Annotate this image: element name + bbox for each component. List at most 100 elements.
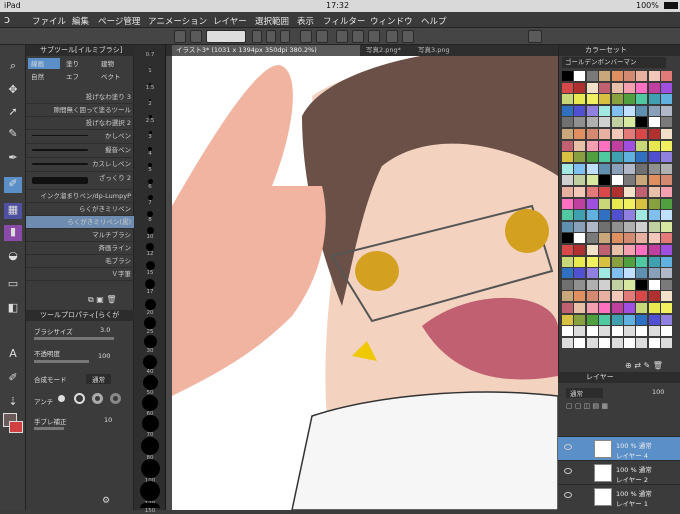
- color-swatch[interactable]: [611, 187, 623, 197]
- text-icon[interactable]: A: [4, 347, 22, 363]
- color-swatch[interactable]: [636, 233, 648, 244]
- brush-size-option[interactable]: 1: [134, 67, 166, 74]
- color-swatch[interactable]: [586, 337, 598, 348]
- group-tab-building[interactable]: 建物: [98, 58, 132, 69]
- layer-opacity[interactable]: 100: [652, 388, 664, 396]
- color-swatch[interactable]: [586, 117, 598, 128]
- color-swatch[interactable]: [624, 303, 635, 313]
- color-swatch[interactable]: [648, 71, 660, 81]
- tab-photo2[interactable]: 写真2.png*: [362, 45, 412, 56]
- color-swatch[interactable]: [599, 82, 611, 93]
- color-swatch[interactable]: [562, 82, 573, 93]
- color-swatch[interactable]: [586, 175, 598, 186]
- color-swatch[interactable]: [611, 105, 623, 116]
- subtool-item[interactable]: らくがきミリペン: [26, 203, 134, 216]
- save-icon[interactable]: [280, 30, 290, 43]
- brush-size-option[interactable]: 7: [134, 195, 166, 206]
- color-swatch[interactable]: [562, 314, 573, 325]
- operation-icon[interactable]: ➚: [4, 105, 22, 121]
- color-swatch[interactable]: [574, 105, 586, 116]
- opacity-slider[interactable]: [34, 360, 89, 363]
- color-swatch[interactable]: [661, 163, 673, 174]
- clear-icon[interactable]: [336, 30, 348, 43]
- color-swatch[interactable]: [648, 268, 660, 279]
- color-swatch[interactable]: [586, 291, 598, 302]
- new-file-icon[interactable]: [252, 30, 262, 43]
- color-swatch[interactable]: [574, 221, 586, 232]
- group-tab-effect[interactable]: エフ: [63, 71, 95, 82]
- subtool-item[interactable]: マルチブラシ: [26, 229, 134, 242]
- color-swatch[interactable]: [648, 187, 660, 197]
- brush-size-option[interactable]: 3: [134, 131, 166, 140]
- color-swatch[interactable]: [624, 268, 635, 279]
- aa-low-icon[interactable]: [74, 393, 85, 404]
- menu-help[interactable]: ヘルプ: [421, 15, 447, 27]
- menu-selection[interactable]: 選択範囲: [255, 15, 289, 27]
- brush-size-option[interactable]: 12: [134, 243, 166, 257]
- color-swatch[interactable]: [661, 117, 673, 128]
- brush-size-value[interactable]: 3.0: [100, 326, 110, 334]
- color-swatch[interactable]: [562, 268, 573, 279]
- color-swatch[interactable]: [624, 337, 635, 348]
- color-swatch[interactable]: [586, 71, 598, 81]
- eye-icon[interactable]: [564, 492, 572, 498]
- color-swatch[interactable]: [586, 198, 598, 209]
- color-swatch[interactable]: [648, 210, 660, 221]
- group-tab-lineart[interactable]: 線画: [28, 58, 60, 69]
- color-swatch[interactable]: [661, 314, 673, 325]
- color-swatch[interactable]: [648, 94, 660, 105]
- brush-size-option[interactable]: 10: [134, 227, 166, 240]
- select-all-icon[interactable]: [352, 30, 364, 43]
- color-swatch[interactable]: [624, 117, 635, 128]
- brush-size-option[interactable]: 17: [134, 279, 166, 295]
- expand-icon[interactable]: [528, 30, 542, 43]
- color-swatch[interactable]: [636, 279, 648, 290]
- color-swatch[interactable]: [636, 94, 648, 105]
- brush-size-option[interactable]: 70: [134, 415, 166, 438]
- color-swatch[interactable]: [562, 291, 573, 302]
- color-swatch[interactable]: [599, 256, 611, 267]
- layer-row[interactable]: 100 % 通常 レイヤー 1: [558, 484, 680, 508]
- color-swatch[interactable]: [599, 94, 611, 105]
- brush-icon[interactable]: ✐: [4, 177, 22, 193]
- color-swatch[interactable]: [648, 314, 660, 325]
- menu-layer[interactable]: レイヤー: [213, 15, 247, 27]
- color-swatch[interactable]: [611, 140, 623, 151]
- color-swatch[interactable]: [599, 337, 611, 348]
- menu-animation[interactable]: アニメーション: [148, 15, 207, 27]
- subtool-item[interactable]: 擬音ペン: [26, 144, 134, 158]
- subtool-item[interactable]: 毛ブラシ: [26, 255, 134, 268]
- color-swatch[interactable]: [574, 82, 586, 93]
- brush-size-option[interactable]: 6: [134, 179, 166, 190]
- color-swatch[interactable]: [636, 175, 648, 186]
- color-swatch[interactable]: [599, 279, 611, 290]
- group-tab-vector[interactable]: ベクト: [98, 71, 132, 82]
- color-swatch[interactable]: [624, 198, 635, 209]
- eyedrop-color-icon[interactable]: ✎: [644, 361, 651, 370]
- color-swatch[interactable]: [661, 175, 673, 186]
- color-swatch[interactable]: [599, 187, 611, 197]
- move-icon[interactable]: ✥: [4, 83, 22, 99]
- color-swatch[interactable]: [648, 117, 660, 128]
- color-swatch[interactable]: [661, 326, 673, 337]
- color-swatch[interactable]: [562, 105, 573, 116]
- eye-icon[interactable]: [564, 468, 572, 474]
- color-swatch[interactable]: [636, 291, 648, 302]
- color-swatch[interactable]: [599, 175, 611, 186]
- color-swatch[interactable]: [636, 163, 648, 174]
- color-swatch[interactable]: [586, 256, 598, 267]
- fill-icon[interactable]: [386, 30, 398, 43]
- color-swatch[interactable]: [636, 198, 648, 209]
- menu-file[interactable]: ファイル: [32, 15, 66, 27]
- color-swatch-grid[interactable]: [562, 71, 674, 353]
- color-swatch[interactable]: [624, 163, 635, 174]
- color-swatch[interactable]: [599, 140, 611, 151]
- color-swatch[interactable]: [599, 245, 611, 255]
- color-swatch[interactable]: [599, 152, 611, 163]
- color-swatch[interactable]: [562, 187, 573, 197]
- aa-high-icon[interactable]: [110, 393, 121, 404]
- transform-icon[interactable]: [368, 30, 380, 43]
- color-swatch[interactable]: [611, 71, 623, 81]
- layer-row[interactable]: 100 % 通常 レイヤー 2: [558, 460, 680, 484]
- color-swatch[interactable]: [624, 175, 635, 186]
